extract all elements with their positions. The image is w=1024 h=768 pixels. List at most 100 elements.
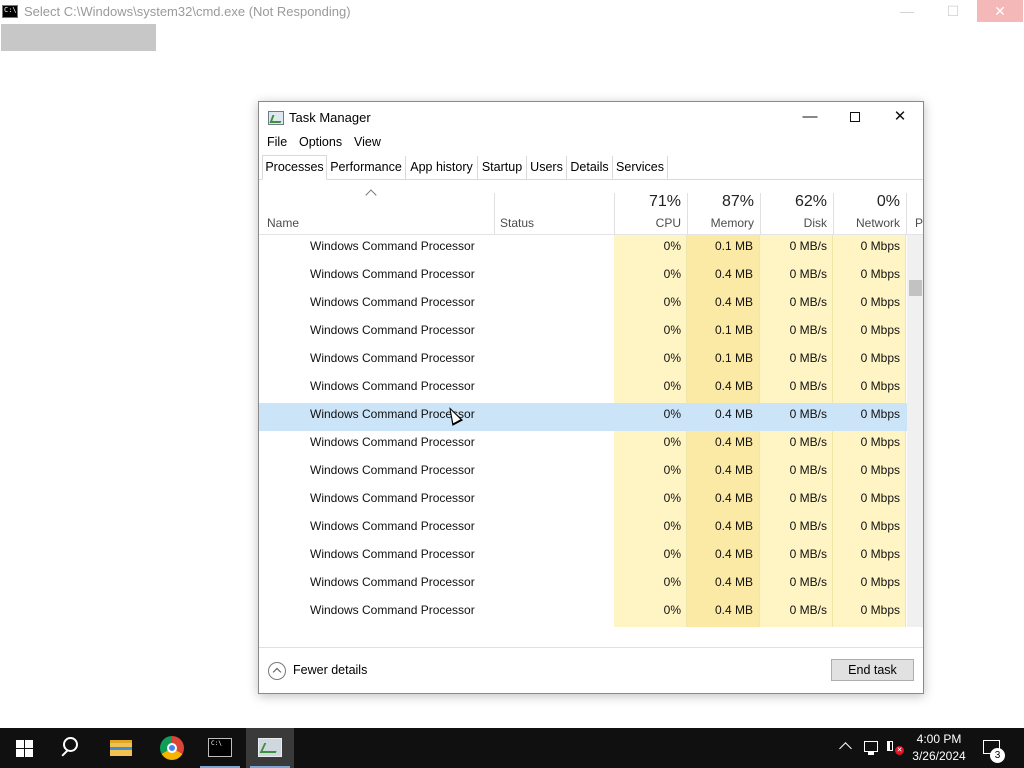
tab-performance[interactable]: Performance: [327, 156, 406, 180]
menu-file[interactable]: File: [267, 135, 287, 149]
column-disk[interactable]: Disk: [760, 216, 827, 230]
cmd-maximize-button[interactable]: ☐: [930, 0, 976, 22]
process-memory: 0.1 MB: [714, 239, 753, 253]
task-manager-app-icon: [268, 111, 284, 125]
tab-app-history[interactable]: App history: [406, 156, 478, 180]
process-list: Windows Command Processor 0% 0.1 MB 0 MB/s 0…: [259, 235, 907, 627]
process-memory: 0.4 MB: [714, 407, 753, 421]
fewer-details-link[interactable]: Fewer details: [293, 663, 367, 677]
scrollbar-thumb[interactable]: [909, 280, 922, 296]
cmd-close-button[interactable]: ✕: [977, 0, 1023, 22]
sort-ascending-icon[interactable]: [365, 189, 377, 201]
tab-details[interactable]: Details: [567, 156, 613, 180]
column-name[interactable]: Name: [267, 216, 299, 230]
column-cpu-percent[interactable]: 71%: [614, 193, 681, 211]
tab-users[interactable]: Users: [527, 156, 567, 180]
table-row[interactable]: Windows Command Processor 0% 0.4 MB 0 MB/s 0…: [259, 431, 907, 459]
process-name: Windows Command Processor: [310, 603, 475, 617]
volume-icon[interactable]: [887, 741, 893, 751]
table-row[interactable]: Windows Command Processor 0% 0.4 MB 0 MB/s 0…: [259, 263, 907, 291]
process-cpu: 0%: [663, 295, 681, 309]
process-cpu: 0%: [663, 519, 681, 533]
process-name: Windows Command Processor: [310, 547, 475, 561]
process-network: 0 Mbps: [860, 491, 900, 505]
column-status[interactable]: Status: [500, 216, 534, 230]
column-power-partial[interactable]: P: [915, 216, 923, 230]
column-memory[interactable]: Memory: [687, 216, 754, 230]
menu-view[interactable]: View: [354, 135, 381, 149]
taskbar: C:\ ✕ 4:00 PM 3/26/2024 3: [0, 728, 1024, 768]
table-row[interactable]: Windows Command Processor 0% 0.4 MB 0 MB/s 0…: [259, 487, 907, 515]
table-row[interactable]: Windows Command Processor 0% 0.4 MB 0 MB/s 0…: [259, 291, 907, 319]
process-network: 0 Mbps: [860, 323, 900, 337]
column-cpu[interactable]: CPU: [614, 216, 681, 230]
process-cpu: 0%: [663, 463, 681, 477]
tab-startup[interactable]: Startup: [478, 156, 527, 180]
table-row[interactable]: Windows Command Processor 0% 0.1 MB 0 MB/s 0…: [259, 347, 907, 375]
process-disk: 0 MB/s: [789, 519, 827, 533]
column-disk-percent[interactable]: 62%: [760, 193, 827, 211]
table-row[interactable]: Windows Command Processor 0% 0.4 MB 0 MB/s 0…: [259, 403, 907, 431]
process-name: Windows Command Processor: [310, 239, 475, 253]
folder-icon: [110, 740, 132, 756]
tab-services[interactable]: Services: [613, 156, 668, 180]
search-handle-icon: [61, 749, 69, 757]
process-memory: 0.1 MB: [714, 351, 753, 365]
fewer-details-icon[interactable]: [268, 662, 286, 680]
column-separator[interactable]: [494, 193, 495, 235]
cmd-icon-text: C:\: [4, 6, 17, 14]
process-disk: 0 MB/s: [789, 547, 827, 561]
show-hidden-icons-chevron-icon[interactable]: [839, 742, 852, 755]
process-name: Windows Command Processor: [310, 351, 475, 365]
process-name: Windows Command Processor: [310, 575, 475, 589]
process-network: 0 Mbps: [860, 575, 900, 589]
tab-processes[interactable]: Processes: [262, 155, 327, 180]
process-network: 0 Mbps: [860, 379, 900, 393]
cmd-minimize-button[interactable]: —: [884, 0, 930, 22]
start-button[interactable]: [0, 728, 48, 768]
clock-time[interactable]: 4:00 PM: [900, 732, 978, 746]
table-row[interactable]: Windows Command Processor 0% 0.1 MB 0 MB/s 0…: [259, 319, 907, 347]
table-row[interactable]: Windows Command Processor 0% 0.4 MB 0 MB/s 0…: [259, 571, 907, 599]
menu-options[interactable]: Options: [299, 135, 342, 149]
file-explorer-button[interactable]: [98, 728, 146, 768]
process-disk: 0 MB/s: [789, 463, 827, 477]
process-name: Windows Command Processor: [310, 379, 475, 393]
maximize-button[interactable]: [832, 102, 878, 132]
close-button[interactable]: ✕: [877, 102, 923, 132]
cmd-taskbar-button[interactable]: C:\: [196, 728, 244, 768]
process-memory: 0.4 MB: [714, 575, 753, 589]
process-disk: 0 MB/s: [789, 267, 827, 281]
table-row[interactable]: Windows Command Processor 0% 0.4 MB 0 MB/s 0…: [259, 543, 907, 571]
process-network: 0 Mbps: [860, 239, 900, 253]
cmd-taskbar-icon-text: C:\: [211, 740, 222, 747]
clock-date[interactable]: 3/26/2024: [900, 749, 978, 763]
end-task-button[interactable]: End task: [831, 659, 914, 681]
table-row[interactable]: Windows Command Processor 0% 0.4 MB 0 MB/s 0…: [259, 459, 907, 487]
table-row[interactable]: Windows Command Processor 0% 0.4 MB 0 MB/s 0…: [259, 515, 907, 543]
search-button[interactable]: [48, 728, 96, 768]
table-row[interactable]: Windows Command Processor 0% 0.4 MB 0 MB/s 0…: [259, 375, 907, 403]
process-name: Windows Command Processor: [310, 267, 475, 281]
process-cpu: 0%: [663, 491, 681, 505]
process-network: 0 Mbps: [860, 519, 900, 533]
vertical-scrollbar[interactable]: [907, 235, 923, 627]
task-manager-window: Task Manager — ✕ File Options View Proce…: [258, 101, 924, 694]
task-manager-taskbar-button[interactable]: [246, 728, 294, 768]
process-name: Windows Command Processor: [310, 295, 475, 309]
process-memory: 0.4 MB: [714, 379, 753, 393]
minimize-button[interactable]: —: [787, 102, 833, 132]
column-separator[interactable]: [906, 193, 907, 235]
task-manager-titlebar[interactable]: Task Manager — ✕: [259, 102, 923, 132]
column-memory-percent[interactable]: 87%: [687, 193, 754, 211]
network-icon[interactable]: [864, 741, 878, 755]
column-network-percent[interactable]: 0%: [833, 193, 900, 211]
process-cpu: 0%: [663, 379, 681, 393]
process-memory: 0.4 MB: [714, 491, 753, 505]
column-network[interactable]: Network: [833, 216, 900, 230]
table-row[interactable]: Windows Command Processor 0% 0.4 MB 0 MB/s 0…: [259, 599, 907, 627]
table-row[interactable]: Windows Command Processor 0% 0.1 MB 0 MB/s 0…: [259, 235, 907, 263]
cmd-titlebar[interactable]: C:\ Select C:\Windows\system32\cmd.exe (…: [0, 0, 1024, 24]
process-network: 0 Mbps: [860, 267, 900, 281]
chrome-button[interactable]: [148, 728, 196, 768]
